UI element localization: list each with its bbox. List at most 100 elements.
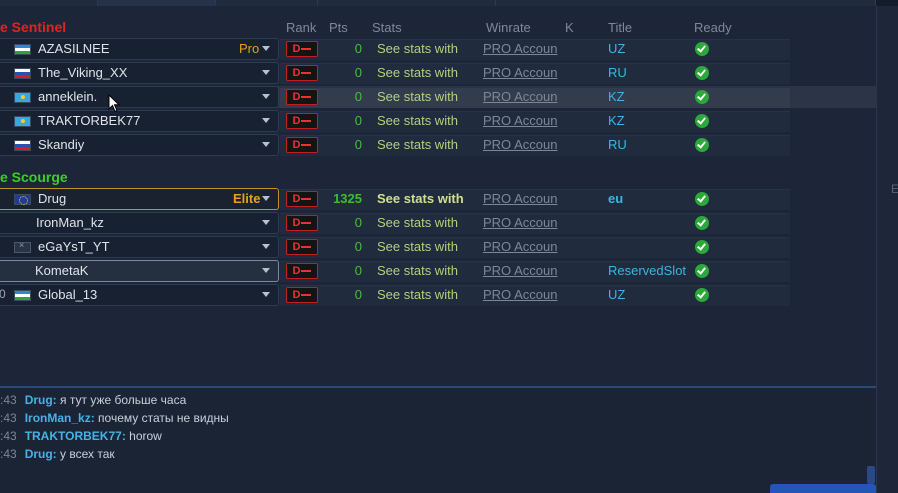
player-stats-text: See stats with <box>377 287 458 302</box>
player-stats-text: See stats with <box>377 113 458 128</box>
chat-message: :43 IronMan_kz: почему статы не видны <box>0 411 229 425</box>
winrate-link[interactable]: PRO Accoun <box>483 239 559 254</box>
rank-dash-icon <box>301 144 312 147</box>
player-title: UZ <box>608 287 626 302</box>
chat-message: :43 TRAKTORBEK77: horow <box>0 429 162 443</box>
chat-text: почему статы не видны <box>98 411 229 425</box>
ready-check-icon <box>695 216 709 230</box>
chat-scrollbar[interactable] <box>867 466 875 484</box>
chevron-down-icon[interactable] <box>262 244 270 249</box>
column-header-pts: Pts <box>329 20 348 35</box>
player-row: TRAKTORBEK77 D 0 See stats with PRO Accoun KZ <box>0 110 876 132</box>
player-stats-text: See stats with <box>377 191 464 206</box>
player-title: UZ <box>608 41 626 56</box>
winrate-link[interactable]: PRO Accoun <box>483 287 559 302</box>
winrate-link[interactable]: PRO Accoun <box>483 215 559 230</box>
column-header-stats: Stats <box>372 20 402 35</box>
player-name[interactable]: eGaYsT_YT <box>38 239 110 254</box>
rank-letter: D <box>292 115 301 127</box>
rank-dash-icon <box>301 222 312 225</box>
rank-dash-icon <box>301 120 312 123</box>
player-points: 0 <box>354 215 362 230</box>
chevron-down-icon[interactable] <box>262 196 270 201</box>
column-header-ready: Ready <box>694 20 732 35</box>
rank-badge: D <box>286 137 318 153</box>
player-name[interactable]: TRAKTORBEK77 <box>38 113 140 128</box>
rank-badge: D <box>286 287 318 303</box>
chat-truncated-line <box>0 381 110 387</box>
chevron-down-icon[interactable] <box>262 292 270 297</box>
chat-message: :43 Drug: у всех так <box>0 447 115 461</box>
rank-badge: D <box>286 41 318 57</box>
rank-dash-icon <box>301 270 312 273</box>
chevron-down-icon[interactable] <box>262 118 270 123</box>
winrate-link[interactable]: PRO Accoun <box>483 137 559 152</box>
player-title: RU <box>608 65 627 80</box>
player-title: KZ <box>608 89 625 104</box>
player-title: ReservedSlot <box>608 263 687 278</box>
winrate-link[interactable]: PRO Accoun <box>483 41 559 56</box>
chat-message: :43 Drug: я тут уже больше часа <box>0 393 186 407</box>
chat-author[interactable]: Drug: <box>25 393 57 407</box>
chat-text: horow <box>129 429 162 443</box>
player-name[interactable]: anneklein. <box>38 89 97 104</box>
column-header-title: Title <box>608 20 633 35</box>
player-name[interactable]: IronMan_kz <box>36 215 104 230</box>
player-name[interactable]: AZASILNEE <box>38 41 110 56</box>
rank-letter: D <box>292 67 301 79</box>
player-name[interactable]: KometaK <box>35 263 88 278</box>
rank-dash-icon <box>301 246 312 249</box>
rank-dash-icon <box>301 294 312 297</box>
team-title-sentinel: e Sentinel <box>0 19 67 35</box>
rank-badge: D <box>286 65 318 81</box>
chevron-down-icon[interactable] <box>262 46 270 51</box>
account-tier-badge: Pro <box>239 41 260 56</box>
winrate-link[interactable]: PRO Accoun <box>483 263 559 278</box>
chat-timestamp: :43 <box>0 393 17 407</box>
player-row: The_Viking_XX D 0 See stats with PRO Accoun R… <box>0 62 876 84</box>
player-points: 1325 <box>333 191 362 206</box>
send-button[interactable] <box>770 484 876 493</box>
player-name[interactable]: The_Viking_XX <box>38 65 127 80</box>
player-stats-text: See stats with <box>377 215 458 230</box>
rank-letter: D <box>292 289 301 301</box>
chat-timestamp: :43 <box>0 447 17 461</box>
right-side-panel: E <box>876 6 898 493</box>
mouse-cursor-icon <box>108 94 121 113</box>
player-points: 0 <box>354 113 362 128</box>
winrate-link[interactable]: PRO Accoun <box>483 89 559 104</box>
ready-check-icon <box>695 138 709 152</box>
player-name[interactable]: Skandiy <box>38 137 84 152</box>
ready-check-icon <box>695 114 709 128</box>
chat-author[interactable]: IronMan_kz: <box>25 411 95 425</box>
player-row: eGaYsT_YT D 0 See stats with PRO Accoun <box>0 236 876 258</box>
winrate-link[interactable]: PRO Accoun <box>483 113 559 128</box>
ready-check-icon <box>695 90 709 104</box>
rank-letter: D <box>292 265 301 277</box>
chevron-down-icon[interactable] <box>262 70 270 75</box>
chevron-down-icon[interactable] <box>262 268 270 273</box>
country-flag-icon <box>14 68 31 79</box>
winrate-link[interactable]: PRO Accoun <box>483 191 559 206</box>
chevron-down-icon[interactable] <box>262 220 270 225</box>
player-points: 0 <box>354 287 362 302</box>
chat-author[interactable]: TRAKTORBEK77: <box>25 429 126 443</box>
country-flag-icon <box>14 116 31 127</box>
team-title-scourge: e Scourge <box>0 169 68 185</box>
country-flag-icon <box>14 194 31 205</box>
column-header-winrate: Winrate <box>486 20 531 35</box>
chat-timestamp: :43 <box>0 411 17 425</box>
player-name[interactable]: Drug <box>38 191 66 206</box>
player-points: 0 <box>354 137 362 152</box>
winrate-link[interactable]: PRO Accoun <box>483 65 559 80</box>
chevron-down-icon[interactable] <box>262 94 270 99</box>
player-name[interactable]: Global_13 <box>38 287 97 302</box>
player-title: KZ <box>608 113 625 128</box>
ready-check-icon <box>695 42 709 56</box>
chat-author[interactable]: Drug: <box>25 447 57 461</box>
ready-check-icon <box>695 240 709 254</box>
country-flag-icon <box>14 140 31 151</box>
chat-timestamp: :43 <box>0 429 17 443</box>
chevron-down-icon[interactable] <box>262 142 270 147</box>
player-row: anneklein. D 0 See stats with PRO Accoun KZ <box>0 86 876 108</box>
